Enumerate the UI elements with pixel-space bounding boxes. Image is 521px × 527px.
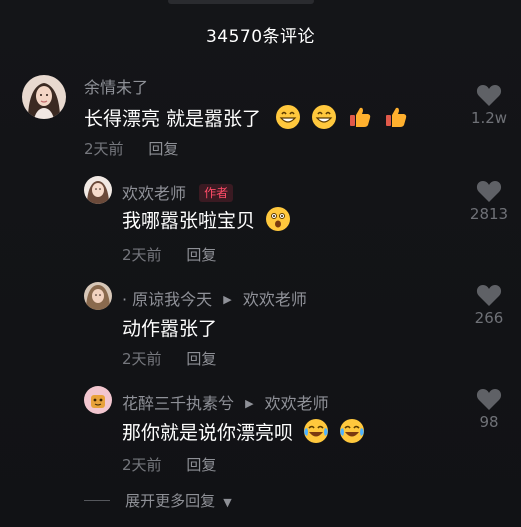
comment-time: 2天前 [84,140,124,158]
grin-icon [275,104,301,130]
reply-username: 欢欢老师 作者 [122,180,234,204]
thumbs-up-icon [383,104,409,130]
like-button[interactable]: 266 [465,284,513,327]
reply-username: · 原谅我今天 ▶ 欢欢老师 [122,286,307,310]
divider-line [84,500,110,501]
like-button[interactable]: 2813 [465,180,513,223]
thumbs-up-icon [347,104,373,130]
reply-username-text[interactable]: 花醉三千执素兮 [122,394,234,413]
avatar[interactable] [84,282,112,310]
heart-icon [476,85,502,106]
reply-meta: 2天前 回复 [122,348,216,369]
laugh-cry-icon [303,418,329,444]
chevron-down-icon: ▼ [223,496,232,509]
like-button[interactable]: 98 [465,388,513,431]
avatar[interactable] [84,386,112,414]
reply-meta: 2天前 回复 [122,454,216,475]
heart-icon [476,181,502,202]
reply-time: 2天前 [122,246,162,264]
reply-time: 2天前 [122,456,162,474]
author-badge: 作者 [199,184,234,202]
reply-button[interactable]: 回复 [186,456,216,474]
laugh-cry-icon [339,418,365,444]
reply-button[interactable]: 回复 [186,350,216,368]
shocked-icon [265,206,291,232]
comment-meta: 2天前 回复 [84,138,178,159]
reply-to-username[interactable]: 欢欢老师 [265,394,329,413]
avatar[interactable] [84,176,112,204]
heart-icon [476,389,502,410]
reply-username-text[interactable]: 欢欢老师 [122,184,186,203]
grin-icon [311,104,337,130]
reply-arrow-icon: ▶ [223,293,232,306]
reply-text: 我哪嚣张啦宝贝 [122,206,291,233]
heart-icon [476,285,502,306]
comment-count: 34570条评论 [205,27,316,47]
like-button[interactable]: 1.2w [465,84,513,127]
comment-username[interactable]: 余情未了 [84,74,148,98]
like-count: 2813 [469,205,509,223]
reply-text-body: 我哪嚣张啦宝贝 [122,210,256,232]
like-count: 1.2w [470,109,508,127]
comments-panel: 34570条评论 余情未了 长得漂亮 就是嚣张了 2天前 回复 1.2w 欢欢老… [0,0,521,527]
reply-to-username[interactable]: 欢欢老师 [243,290,307,309]
reply-text: 动作嚣张了 [122,318,218,340]
avatar[interactable] [22,75,66,119]
reply-text-body: 那你就是说你漂亮呗 [122,422,294,444]
like-count: 98 [479,413,499,431]
reply-button[interactable]: 回复 [186,246,216,264]
expand-replies-label: 展开更多回复 [125,492,216,510]
reply-button[interactable]: 回复 [148,140,178,158]
reply-username-text[interactable]: · 原谅我今天 [122,290,212,309]
expand-replies-button[interactable]: 展开更多回复 ▼ [84,490,232,511]
reply-username: 花醉三千执素兮 ▶ 欢欢老师 [122,390,329,414]
comment-text-body: 长得漂亮 就是嚣张了 [84,108,262,130]
reply-meta: 2天前 回复 [122,244,216,265]
comment-text: 长得漂亮 就是嚣张了 [84,104,409,131]
reply-text: 那你就是说你漂亮呗 [122,418,365,445]
reply-arrow-icon: ▶ [245,397,254,410]
reply-time: 2天前 [122,350,162,368]
like-count: 266 [474,309,504,327]
drag-handle[interactable] [168,0,314,4]
